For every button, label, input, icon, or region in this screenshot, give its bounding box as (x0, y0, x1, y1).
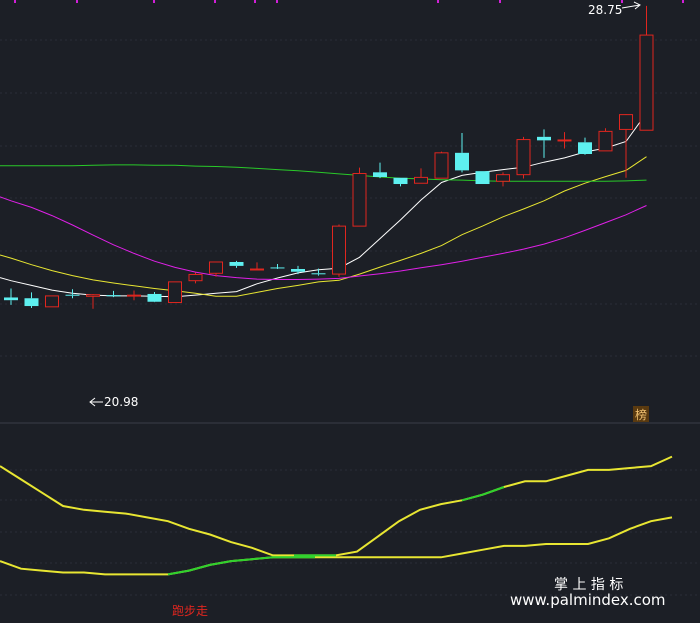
top-marker (276, 0, 278, 3)
candle-body (250, 268, 264, 271)
candle-body (188, 273, 203, 282)
top-marker (254, 0, 256, 3)
indicator-caption: 跑步走 (172, 604, 208, 618)
candle-body (434, 152, 449, 179)
candle-body (24, 298, 39, 307)
candle-body (393, 177, 408, 185)
candle-down (475, 171, 490, 185)
top-marker (14, 0, 16, 3)
candle-body (598, 130, 613, 152)
candle-body (147, 293, 162, 302)
candle-body (209, 261, 223, 274)
top-marker (153, 0, 155, 3)
candle-body (270, 267, 285, 269)
badge-label: 榜 (635, 407, 647, 422)
candle-body (414, 176, 428, 184)
candle-body (619, 114, 633, 130)
candle-body (639, 34, 654, 131)
candle-up (516, 136, 531, 179)
top-marker (214, 0, 216, 3)
candle-body (45, 295, 59, 308)
top-marker (76, 0, 78, 3)
candle-body (332, 225, 346, 275)
candle-body (516, 139, 531, 176)
candle-body (4, 297, 18, 301)
candle-body (106, 295, 121, 297)
candle-body (127, 294, 141, 297)
high-price-label: 28.75 (588, 3, 622, 17)
candle-body (578, 142, 592, 154)
candle-body (537, 136, 551, 141)
candle-up (168, 281, 182, 304)
candle-body (86, 294, 100, 297)
candle-body (65, 294, 80, 296)
top-marker (437, 0, 439, 3)
candle-body (311, 273, 326, 275)
candle-up (352, 167, 367, 227)
candlestick-chart: 28.75 20.98 榜 跑步走 掌 上 指 标 www.palmindex.… (0, 0, 700, 623)
watermark-url: www.palmindex.com (510, 591, 666, 609)
candle-body (352, 172, 367, 227)
candle-up (332, 224, 346, 277)
candle-body (168, 281, 182, 304)
candle-up (434, 151, 449, 179)
top-marker (682, 0, 684, 3)
candle-body (229, 261, 244, 266)
low-price-label: 20.98 (104, 395, 138, 409)
candle-up (598, 128, 613, 152)
candle-body (557, 139, 572, 142)
candle-body (291, 269, 305, 272)
candle-up (45, 295, 59, 308)
candle-body (475, 171, 490, 185)
candle-body (496, 174, 510, 182)
top-marker (499, 0, 501, 3)
candle-body (455, 152, 469, 171)
candle-body (373, 172, 387, 177)
